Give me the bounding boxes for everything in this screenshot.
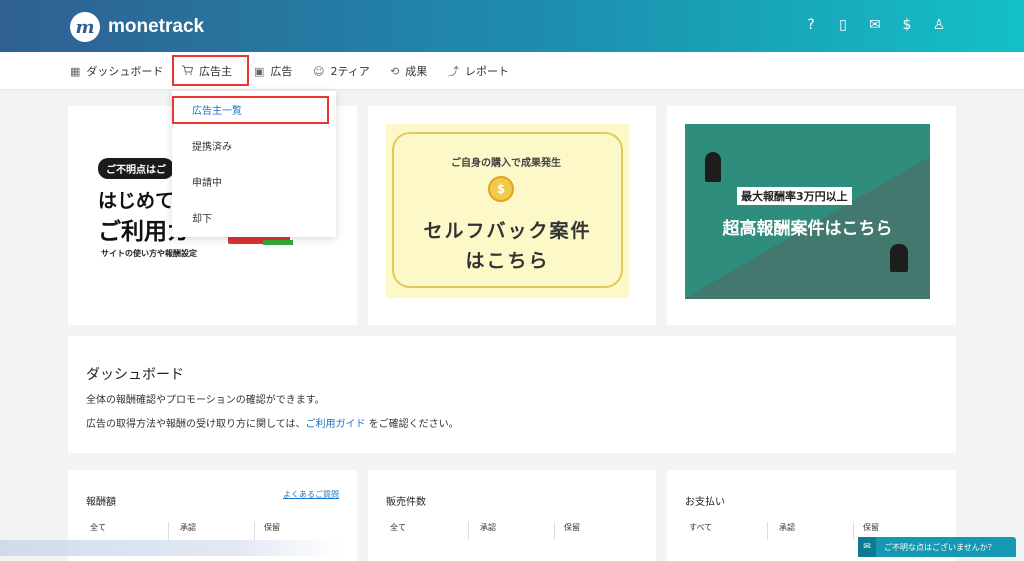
- trend-icon: ⤴: [448, 65, 459, 78]
- page-title: ダッシュボード: [86, 367, 184, 383]
- help-label: ご不明な点はございませんか？: [884, 542, 996, 552]
- divider: [853, 522, 854, 540]
- banner-heading: セルフバック案件: [423, 220, 592, 242]
- nav-label: レポート: [465, 65, 509, 78]
- nav-item-results[interactable]: ⟲ 成果: [390, 52, 427, 90]
- mail-icon: ✉: [858, 537, 876, 557]
- nav-label: 広告: [270, 65, 293, 78]
- logo[interactable]: m monetrack: [70, 12, 204, 42]
- sync-icon: ⟲: [390, 64, 400, 78]
- divider: [554, 522, 555, 540]
- dashboard-guide-text: 広告の取得方法や報酬の受け取り方に関しては、ご利用ガイド をご確認ください。: [86, 415, 459, 430]
- banner-decoration: [685, 124, 930, 299]
- smile-icon: ☺: [313, 64, 325, 78]
- banner-heading: 超高報酬案件はこちら: [722, 219, 893, 239]
- banner-heading: はこちら: [465, 250, 550, 272]
- dropdown-item-partnered[interactable]: 提携済み: [172, 127, 336, 163]
- dashboard-info-panel: ダッシュボード 全体の報酬確認やプロモーションの確認ができます。 広告の取得方法…: [68, 336, 956, 453]
- banner-badge: ご不明点はご: [98, 158, 174, 179]
- sales-count-card: 販売件数 全て 承認 保留: [368, 470, 656, 561]
- grid-icon: ▦: [70, 64, 81, 78]
- col-header: 全て: [390, 523, 406, 532]
- nav-item-ads[interactable]: ▣ 広告: [254, 52, 292, 90]
- nav-label: 成果: [405, 65, 428, 78]
- banner-badge: 最大報酬率3万円以上: [737, 187, 852, 205]
- help-chat-button[interactable]: ✉ ご不明な点はございませんか？: [858, 537, 1016, 557]
- col-header: すべて: [689, 523, 713, 532]
- logo-mark-icon: m: [70, 12, 100, 42]
- divider: [468, 522, 469, 540]
- card-title: 報酬額: [86, 497, 116, 508]
- coin-icon: $: [488, 176, 514, 202]
- nav-highlight-box: [172, 55, 249, 86]
- dropdown-item-rejected[interactable]: 却下: [172, 199, 336, 235]
- dashboard-description: 全体の報酬確認やプロモーションの確認ができます。: [86, 395, 325, 406]
- person-illustration-icon: [705, 152, 721, 182]
- guide-text-pre: 広告の取得方法や報酬の受け取り方に関しては、: [86, 419, 306, 430]
- nav-item-dashboard[interactable]: ▦ ダッシュボード: [70, 52, 163, 90]
- banner-arc-text: ご自身の購入で成果発生: [451, 158, 561, 169]
- dropdown-item-applying[interactable]: 申請中: [172, 163, 336, 199]
- user-icon[interactable]: ♙: [930, 16, 948, 34]
- banner-image: ご自身の購入で成果発生 $ セルフバック案件 はこちら: [386, 124, 629, 298]
- col-header: 承認: [480, 523, 496, 532]
- top-header: m monetrack ? ▯ ✉ $ ♙: [0, 0, 1024, 52]
- person-illustration-icon: [890, 244, 908, 272]
- col-header: 承認: [180, 523, 196, 532]
- faq-link[interactable]: よくあるご質問: [283, 489, 339, 500]
- help-icon[interactable]: ?: [802, 16, 820, 34]
- blurred-overlay: [0, 540, 340, 556]
- logo-text: monetrack: [108, 16, 205, 37]
- mail-icon[interactable]: ✉: [866, 16, 884, 34]
- banner-image: 最大報酬率3万円以上 超高報酬案件はこちら: [685, 124, 930, 299]
- nav-item-2tier[interactable]: ☺ 2ティア: [313, 52, 370, 90]
- user-guide-link[interactable]: ご利用ガイド: [306, 419, 366, 430]
- divider: [254, 522, 255, 540]
- nav-label: ダッシュボード: [86, 65, 164, 78]
- main-nav: ▦ ダッシュボード 広告主 ▣ 広告 ☺ 2ティア ⟲ 成果 ⤴ レポート: [0, 52, 1024, 90]
- header-icon-group: ? ▯ ✉ $ ♙: [802, 16, 948, 34]
- guide-text-post: をご確認ください。: [368, 419, 459, 430]
- high-reward-banner[interactable]: 最大報酬率3万円以上 超高報酬案件はこちら: [667, 106, 956, 325]
- banner-subtext: サイトの使い方や報酬設定: [101, 249, 197, 258]
- col-header: 保留: [564, 523, 580, 532]
- col-header: 全て: [90, 523, 106, 532]
- divider: [767, 522, 768, 540]
- card-title: 販売件数: [386, 497, 426, 508]
- stat-header-row: 全て 承認 保留: [368, 522, 656, 540]
- col-header: 保留: [863, 523, 879, 532]
- card-title: お支払い: [685, 497, 725, 508]
- dollar-icon[interactable]: $: [898, 16, 916, 34]
- nav-item-report[interactable]: ⤴ レポート: [448, 52, 509, 90]
- book-icon[interactable]: ▯: [834, 16, 852, 34]
- banner-decoration: [263, 240, 293, 245]
- divider: [168, 522, 169, 540]
- selfback-banner[interactable]: ご自身の購入で成果発生 $ セルフバック案件 はこちら: [368, 106, 656, 325]
- col-header: 保留: [264, 523, 280, 532]
- nav-label: 2ティア: [330, 65, 370, 78]
- dropdown-highlight-box: [172, 96, 329, 124]
- col-header: 承認: [779, 523, 795, 532]
- ad-icon: ▣: [254, 64, 265, 78]
- stat-header-row: 全て 承認 保留: [68, 522, 357, 540]
